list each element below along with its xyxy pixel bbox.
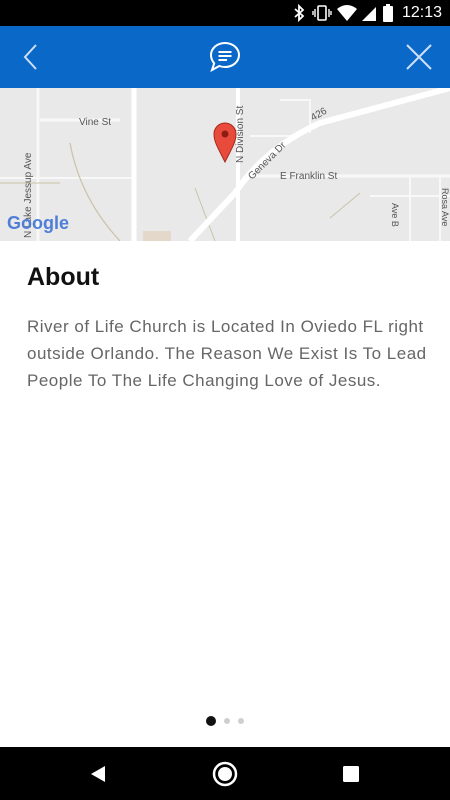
close-button[interactable] <box>388 26 450 88</box>
street-label-division: N Division St <box>235 106 246 163</box>
back-button[interactable] <box>0 26 62 88</box>
signal-icon <box>362 7 376 21</box>
chat-button[interactable] <box>194 26 256 88</box>
nav-home-button[interactable] <box>195 747 255 800</box>
vibrate-icon <box>312 5 332 21</box>
battery-icon <box>383 4 393 22</box>
street-label-franklin: E Franklin St <box>280 171 337 182</box>
status-time: 12:13 <box>401 4 442 21</box>
page-dot-3[interactable] <box>238 718 244 724</box>
street-label-ave-b: Ave B <box>390 203 400 227</box>
recents-square-icon <box>343 765 359 782</box>
home-circle-icon <box>212 761 238 786</box>
page-dot-2[interactable] <box>224 718 230 724</box>
map-attribution: Google <box>7 213 69 233</box>
app-bar <box>0 26 450 88</box>
close-icon <box>406 44 432 70</box>
about-title: About <box>27 263 100 291</box>
chevron-left-icon <box>23 44 37 70</box>
about-description: River of Life Church is Located In Ovied… <box>27 317 427 390</box>
page-indicator <box>0 715 450 727</box>
street-label-rosa: Rosa Ave <box>440 188 450 226</box>
chat-bubble-icon <box>209 41 241 73</box>
page-dot-1[interactable] <box>206 716 216 726</box>
back-triangle-icon <box>91 765 105 782</box>
nav-recents-button[interactable] <box>321 747 381 800</box>
wifi-icon <box>337 5 357 21</box>
street-label-vine: Vine St <box>79 117 111 128</box>
nav-back-button[interactable] <box>68 747 128 800</box>
bluetooth-icon <box>294 3 305 23</box>
status-bar: 12:13 <box>0 0 450 26</box>
system-nav-bar <box>0 747 450 800</box>
location-map[interactable]: Vine St N Lake Jessup Ave N Division St … <box>0 88 450 241</box>
